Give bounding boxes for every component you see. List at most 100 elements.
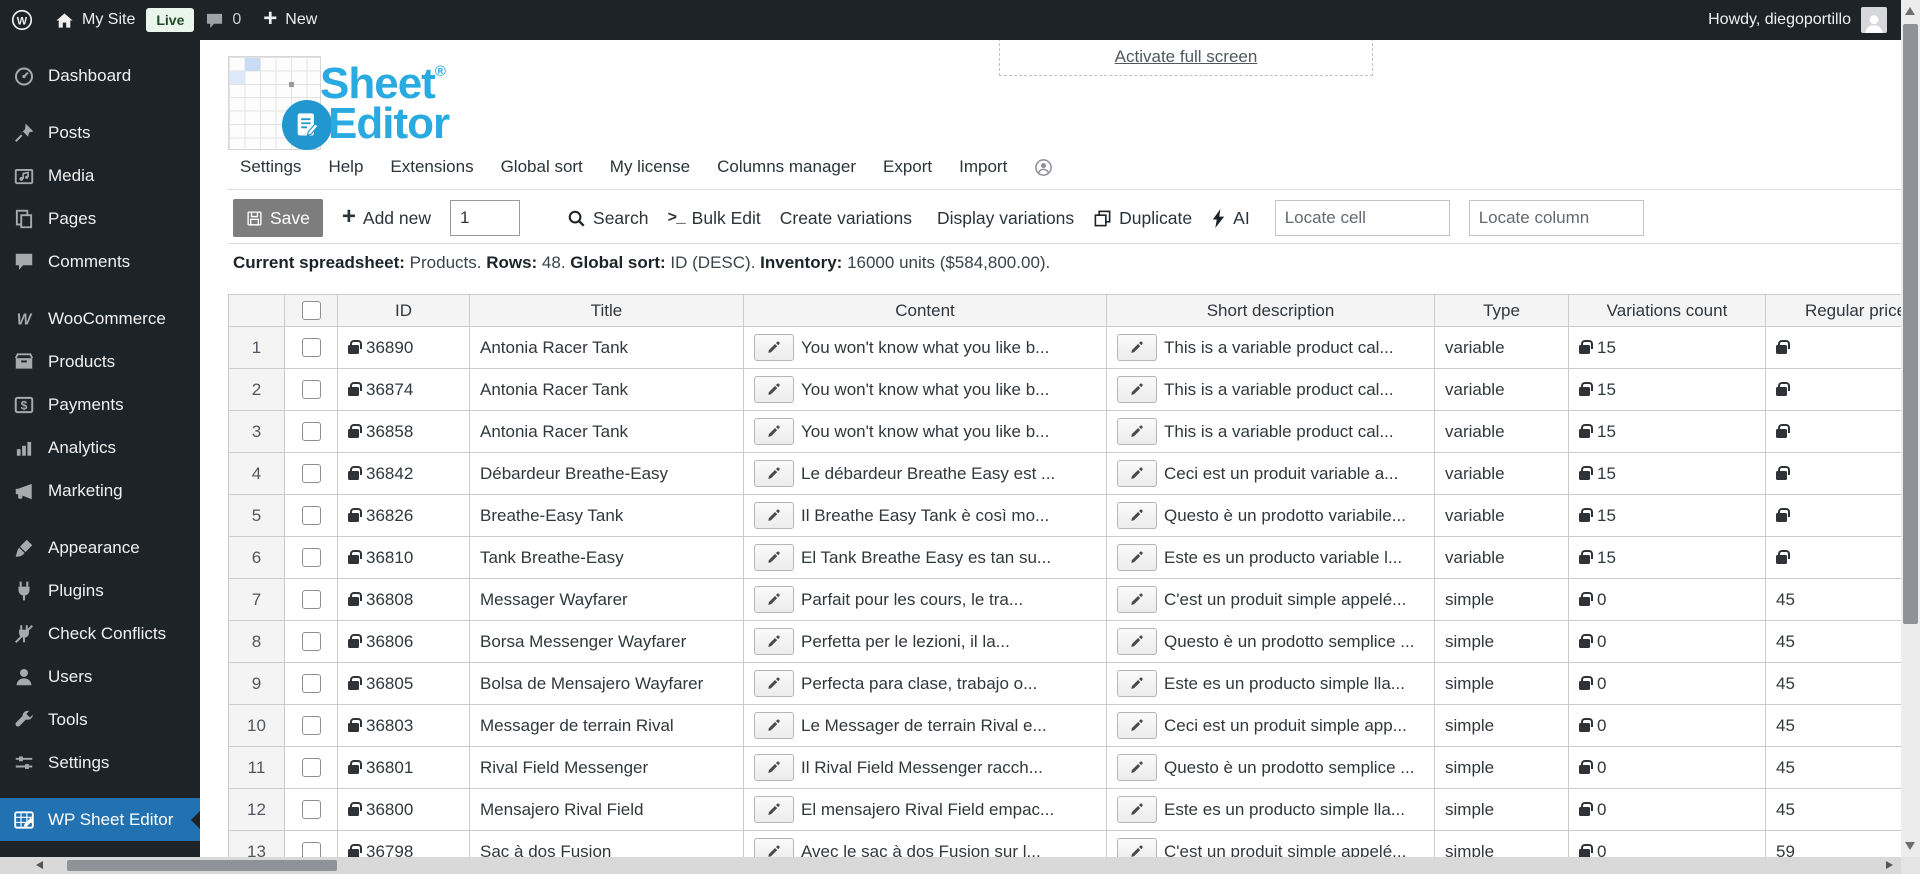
cell-type[interactable]: simple: [1434, 578, 1569, 621]
locate-cell-input[interactable]: [1274, 200, 1450, 236]
cell-title[interactable]: Sac à dos Fusion: [469, 830, 744, 857]
cell-variations-count[interactable]: 0: [1568, 830, 1766, 857]
cell-variations-count[interactable]: 15: [1568, 368, 1766, 411]
cell-variations-count[interactable]: 0: [1568, 704, 1766, 747]
menu-user-icon[interactable]: [1034, 158, 1053, 177]
cell-regular-price[interactable]: [1765, 536, 1901, 579]
sidebar-item-dashboard[interactable]: Dashboard: [0, 54, 200, 97]
cell-short-description[interactable]: C'est un produit simple appelé...: [1106, 578, 1435, 621]
cell-short-description[interactable]: Ceci est un produit variable a...: [1106, 452, 1435, 495]
display-variations-button[interactable]: Display variations: [937, 208, 1074, 229]
edit-cell-button[interactable]: [754, 334, 794, 361]
edit-cell-button[interactable]: [754, 544, 794, 571]
column-header-short-description[interactable]: Short description: [1106, 294, 1435, 327]
cell-variations-count[interactable]: 15: [1568, 326, 1766, 369]
cell-title[interactable]: Tank Breathe-Easy: [469, 536, 744, 579]
cell-regular-price[interactable]: 45: [1765, 662, 1901, 705]
column-header-variations-count[interactable]: Variations count: [1568, 294, 1766, 327]
activate-fullscreen-link[interactable]: Activate full screen: [1115, 47, 1258, 67]
cell-id[interactable]: 36801: [337, 746, 470, 789]
row-checkbox[interactable]: [301, 338, 321, 357]
edit-cell-button[interactable]: [1117, 670, 1157, 697]
cell-content[interactable]: Le débardeur Breathe Easy est ...: [743, 452, 1107, 495]
edit-cell-button[interactable]: [1117, 712, 1157, 739]
cell-type[interactable]: variable: [1434, 452, 1569, 495]
cell-content[interactable]: You won't know what you like b...: [743, 368, 1107, 411]
cell-regular-price[interactable]: [1765, 326, 1901, 369]
cell-type[interactable]: simple: [1434, 830, 1569, 857]
ai-button[interactable]: AI: [1211, 208, 1250, 229]
cell-content[interactable]: El Tank Breathe Easy es tan su...: [743, 536, 1107, 579]
row-checkbox[interactable]: [301, 842, 321, 857]
admin-comments-link[interactable]: 0: [194, 0, 252, 40]
cell-title[interactable]: Breathe-Easy Tank: [469, 494, 744, 537]
cell-id[interactable]: 36826: [337, 494, 470, 537]
cell-variations-count[interactable]: 15: [1568, 536, 1766, 579]
sidebar-item-marketing[interactable]: Marketing: [0, 469, 200, 512]
cell-type[interactable]: variable: [1434, 494, 1569, 537]
sidebar-item-payments[interactable]: $ Payments: [0, 383, 200, 426]
cell-regular-price[interactable]: 45: [1765, 704, 1901, 747]
row-checkbox[interactable]: [301, 716, 321, 735]
edit-cell-button[interactable]: [1117, 460, 1157, 487]
add-count-input[interactable]: [450, 200, 521, 236]
edit-cell-button[interactable]: [754, 838, 794, 857]
edit-cell-button[interactable]: [1117, 754, 1157, 781]
edit-cell-button[interactable]: [754, 460, 794, 487]
cell-title[interactable]: Antonia Racer Tank: [469, 410, 744, 453]
cell-variations-count[interactable]: 0: [1568, 746, 1766, 789]
cell-content[interactable]: You won't know what you like b...: [743, 326, 1107, 369]
cell-content[interactable]: Perfecta para clase, trabajo o...: [743, 662, 1107, 705]
cell-id[interactable]: 36800: [337, 788, 470, 831]
avatar[interactable]: [1861, 7, 1887, 33]
edit-cell-button[interactable]: [754, 418, 794, 445]
column-header-type[interactable]: Type: [1434, 294, 1569, 327]
column-header-regular-price[interactable]: Regular price: [1765, 294, 1901, 327]
cell-type[interactable]: simple: [1434, 662, 1569, 705]
sidebar-item-plugins[interactable]: Plugins: [0, 569, 200, 612]
cell-regular-price[interactable]: 59: [1765, 830, 1901, 857]
cell-short-description[interactable]: Este es un producto variable l...: [1106, 536, 1435, 579]
cell-regular-price[interactable]: 45: [1765, 620, 1901, 663]
edit-cell-button[interactable]: [1117, 796, 1157, 823]
save-button[interactable]: Save: [233, 199, 323, 237]
cell-title[interactable]: Antonia Racer Tank: [469, 368, 744, 411]
menu-item-settings[interactable]: Settings: [240, 157, 301, 177]
cell-content[interactable]: Il Rival Field Messenger racch...: [743, 746, 1107, 789]
sidebar-item-media[interactable]: Media: [0, 154, 200, 197]
column-header-content[interactable]: Content: [743, 294, 1107, 327]
edit-cell-button[interactable]: [754, 376, 794, 403]
menu-item-columns-manager[interactable]: Columns manager: [717, 157, 856, 177]
cell-type[interactable]: variable: [1434, 326, 1569, 369]
scroll-up-arrow[interactable]: [1905, 7, 1915, 15]
cell-short-description[interactable]: Questo è un prodotto semplice ...: [1106, 620, 1435, 663]
sidebar-item-woocommerce[interactable]: W WooCommerce: [0, 297, 200, 340]
edit-cell-button[interactable]: [754, 712, 794, 739]
cell-regular-price[interactable]: [1765, 368, 1901, 411]
cell-title[interactable]: Débardeur Breathe-Easy: [469, 452, 744, 495]
sidebar-item-pages[interactable]: Pages: [0, 197, 200, 240]
cell-id[interactable]: 36858: [337, 410, 470, 453]
cell-regular-price[interactable]: 45: [1765, 746, 1901, 789]
cell-regular-price[interactable]: [1765, 494, 1901, 537]
menu-item-global-sort[interactable]: Global sort: [501, 157, 583, 177]
howdy-text[interactable]: Howdy, diegoportillo: [1708, 11, 1851, 29]
row-checkbox[interactable]: [301, 632, 321, 651]
edit-cell-button[interactable]: [1117, 376, 1157, 403]
cell-title[interactable]: Borsa Messenger Wayfarer: [469, 620, 744, 663]
edit-cell-button[interactable]: [754, 754, 794, 781]
duplicate-button[interactable]: Duplicate: [1093, 208, 1192, 229]
row-checkbox[interactable]: [301, 548, 321, 567]
cell-variations-count[interactable]: 15: [1568, 452, 1766, 495]
cell-short-description[interactable]: C'est un produit simple appelé...: [1106, 830, 1435, 857]
cell-type[interactable]: simple: [1434, 620, 1569, 663]
cell-regular-price[interactable]: [1765, 452, 1901, 495]
edit-cell-button[interactable]: [1117, 838, 1157, 857]
cell-regular-price[interactable]: [1765, 410, 1901, 453]
cell-short-description[interactable]: This is a variable product cal...: [1106, 410, 1435, 453]
wordpress-logo-icon[interactable]: W: [0, 0, 44, 40]
cell-regular-price[interactable]: 45: [1765, 578, 1901, 621]
bulk-edit-button[interactable]: >_ Bulk Edit: [667, 208, 760, 229]
cell-content[interactable]: You won't know what you like b...: [743, 410, 1107, 453]
cell-short-description[interactable]: Ceci est un produit simple app...: [1106, 704, 1435, 747]
